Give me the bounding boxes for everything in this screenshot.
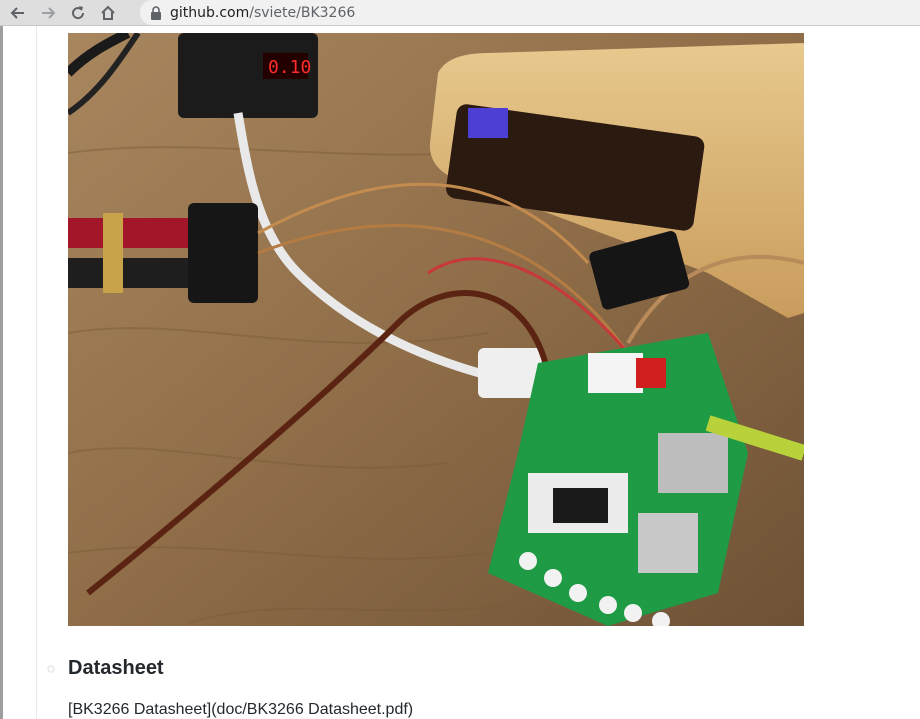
lock-icon — [150, 5, 162, 20]
back-button[interactable] — [6, 1, 30, 25]
gutter-divider — [36, 26, 37, 719]
window-border — [0, 26, 3, 719]
charger-display: 0.10 — [268, 57, 311, 78]
url-host: github.com — [170, 4, 250, 21]
home-button[interactable] — [96, 1, 120, 25]
datasheet-paragraph: [BK3266 Datasheet](doc/BK3266 Datasheet.… — [68, 701, 414, 718]
back-arrow-icon — [10, 6, 24, 19]
anchor-link-icon[interactable] — [46, 664, 56, 674]
address-bar[interactable]: github.com/sviete/BK3266 — [140, 0, 920, 25]
page-content: 0.10 Datasheet [BK3266 Datasheet](doc/BK… — [0, 25, 920, 719]
reload-button[interactable] — [66, 1, 90, 25]
home-icon — [101, 5, 115, 20]
section-heading: Datasheet — [68, 657, 164, 679]
reload-icon — [72, 5, 85, 19]
hardware-photo: 0.10 — [68, 33, 804, 626]
photo-illustration: 0.10 — [68, 33, 804, 626]
browser-toolbar: github.com/sviete/BK3266 — [0, 0, 920, 25]
forward-button[interactable] — [36, 1, 60, 25]
url-path: /sviete/BK3266 — [249, 4, 356, 21]
forward-arrow-icon — [42, 6, 56, 19]
